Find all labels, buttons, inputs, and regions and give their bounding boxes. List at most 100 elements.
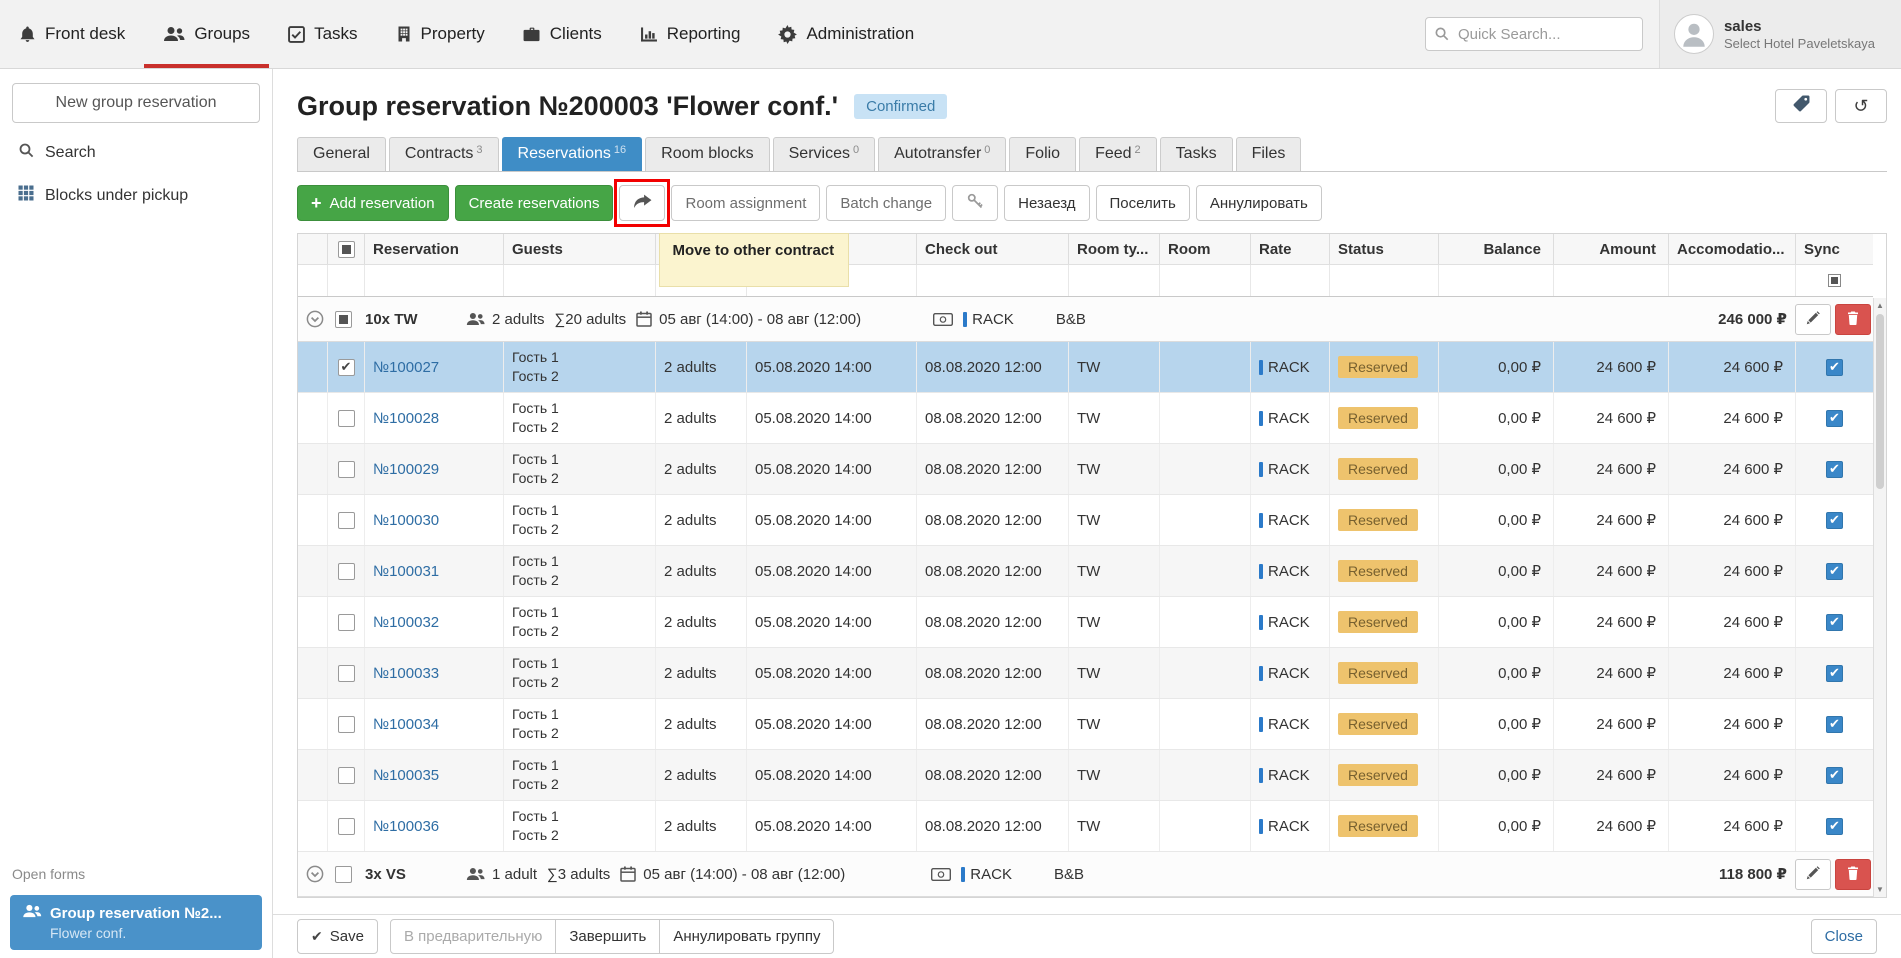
save-button[interactable]: ✔Save [297,919,378,954]
no-show-button[interactable]: Незаезд [1004,185,1089,221]
sync-all-checkbox[interactable] [1828,274,1841,287]
group-checkbox[interactable] [335,311,352,328]
col-reservation[interactable]: Reservation [365,234,504,264]
annul-group-button[interactable]: Аннулировать группу [659,919,834,954]
create-reservations-button[interactable]: Create reservations [455,185,614,221]
sidebar-item-search[interactable]: Search [0,131,272,174]
reservation-link[interactable]: №100030 [373,512,439,529]
reservation-link[interactable]: №100031 [373,563,439,580]
table-scrollbar[interactable]: ▲ ▼ [1873,298,1886,897]
select-all-checkbox[interactable] [338,241,355,258]
scroll-down-arrow[interactable]: ▼ [1874,883,1886,896]
delete-group-button[interactable] [1835,304,1871,335]
sync-checkbox[interactable] [1826,461,1843,478]
room-assignment-button[interactable]: Room assignment [671,185,820,221]
nav-clients[interactable]: Clients [504,0,621,68]
quick-search-input[interactable] [1425,17,1643,51]
nav-administration[interactable]: Administration [759,0,933,68]
row-checkbox[interactable] [338,410,355,427]
table-row[interactable]: №100029 Гость 1Гость 2 2 adults 05.08.20… [298,444,1873,495]
nav-property[interactable]: Property [377,0,504,68]
row-checkbox[interactable] [338,563,355,580]
tab-services[interactable]: Services0 [773,137,875,171]
col-sync[interactable]: Sync [1796,234,1873,264]
group-checkbox[interactable] [335,866,352,883]
nav-reporting[interactable]: Reporting [621,0,760,68]
add-reservation-button[interactable]: +Add reservation [297,185,449,221]
table-row[interactable]: №100032 Гость 1Гость 2 2 adults 05.08.20… [298,597,1873,648]
tab-contracts[interactable]: Contracts3 [389,137,499,171]
group-row-3x-vs[interactable]: 3x VS 1 adult ∑3 adults 05 авг (14:00) -… [298,852,1873,897]
tab-feed[interactable]: Feed2 [1079,137,1157,171]
group-row-10x-tw[interactable]: 10x TW 2 adults ∑20 adults 05 авг (14:00… [298,297,1873,342]
table-row[interactable]: №100034 Гость 1Гость 2 2 adults 05.08.20… [298,699,1873,750]
reservation-link[interactable]: №100027 [373,359,439,376]
col-rate[interactable]: Rate [1251,234,1330,264]
sync-checkbox[interactable] [1826,716,1843,733]
tab-tasks[interactable]: Tasks [1160,137,1233,171]
edit-group-button[interactable] [1795,859,1831,890]
reservation-link[interactable]: №100033 [373,665,439,682]
col-status[interactable]: Status [1330,234,1439,264]
move-to-other-contract-button[interactable] [619,185,665,221]
collapse-group-icon[interactable] [306,310,324,328]
to-preliminary-button[interactable]: В предварительную [390,919,556,954]
table-row[interactable]: №100028 Гость 1Гость 2 2 adults 05.08.20… [298,393,1873,444]
sync-checkbox[interactable] [1826,563,1843,580]
sync-checkbox[interactable] [1826,665,1843,682]
collapse-group-icon[interactable] [306,865,324,883]
sync-checkbox[interactable] [1826,767,1843,784]
annul-button[interactable]: Аннулировать [1196,185,1322,221]
tab-room-blocks[interactable]: Room blocks [645,137,769,171]
table-row[interactable]: №100036 Гость 1Гость 2 2 adults 05.08.20… [298,801,1873,852]
new-group-reservation-button[interactable]: New group reservation [12,83,260,123]
row-checkbox[interactable] [338,716,355,733]
col-accommodation[interactable]: Accomodatio... [1669,234,1796,264]
table-row[interactable]: №100035 Гость 1Гость 2 2 adults 05.08.20… [298,750,1873,801]
key-button[interactable] [952,185,998,221]
col-balance[interactable]: Balance [1439,234,1554,264]
close-button[interactable]: Close [1811,919,1877,954]
row-checkbox[interactable] [338,665,355,682]
finish-button[interactable]: Завершить [555,919,660,954]
row-checkbox[interactable] [338,614,355,631]
open-form-card[interactable]: Group reservation №2... Flower conf. [10,895,262,950]
nav-groups[interactable]: Groups [144,0,269,68]
col-guests[interactable]: Guests [504,234,656,264]
scrollbar-thumb[interactable] [1876,314,1884,489]
row-checkbox[interactable] [338,767,355,784]
history-button[interactable]: ↺ [1835,89,1887,123]
user-menu[interactable]: sales Select Hotel Paveletskaya [1659,0,1901,68]
tab-files[interactable]: Files [1236,137,1302,171]
edit-group-button[interactable] [1795,304,1831,335]
tab-general[interactable]: General [297,137,386,171]
tags-button[interactable] [1775,89,1827,123]
reservation-link[interactable]: №100034 [373,716,439,733]
sync-checkbox[interactable] [1826,410,1843,427]
col-check-out[interactable]: Check out [917,234,1069,264]
scroll-up-arrow[interactable]: ▲ [1874,299,1886,312]
sync-checkbox[interactable] [1826,512,1843,529]
sync-checkbox[interactable] [1826,359,1843,376]
row-checkbox[interactable] [338,359,355,376]
col-amount[interactable]: Amount [1554,234,1669,264]
row-checkbox[interactable] [338,512,355,529]
reservation-link[interactable]: №100032 [373,614,439,631]
reservation-link[interactable]: №100029 [373,461,439,478]
row-checkbox[interactable] [338,461,355,478]
sidebar-item-blocks-under-pickup[interactable]: Blocks under pickup [0,174,272,217]
reservation-link[interactable]: №100028 [373,410,439,427]
reservation-link[interactable]: №100035 [373,767,439,784]
tab-autotransfer[interactable]: Autotransfer0 [878,137,1006,171]
sync-checkbox[interactable] [1826,818,1843,835]
batch-change-button[interactable]: Batch change [826,185,946,221]
delete-group-button[interactable] [1835,859,1871,890]
col-room-type[interactable]: Room ty... [1069,234,1160,264]
tab-reservations[interactable]: Reservations16 [502,137,643,171]
table-row[interactable]: №100031 Гость 1Гость 2 2 adults 05.08.20… [298,546,1873,597]
sync-checkbox[interactable] [1826,614,1843,631]
tab-folio[interactable]: Folio [1009,137,1076,171]
table-row[interactable]: №100030 Гость 1Гость 2 2 adults 05.08.20… [298,495,1873,546]
table-row[interactable]: №100033 Гость 1Гость 2 2 adults 05.08.20… [298,648,1873,699]
nav-tasks[interactable]: Tasks [269,0,376,68]
